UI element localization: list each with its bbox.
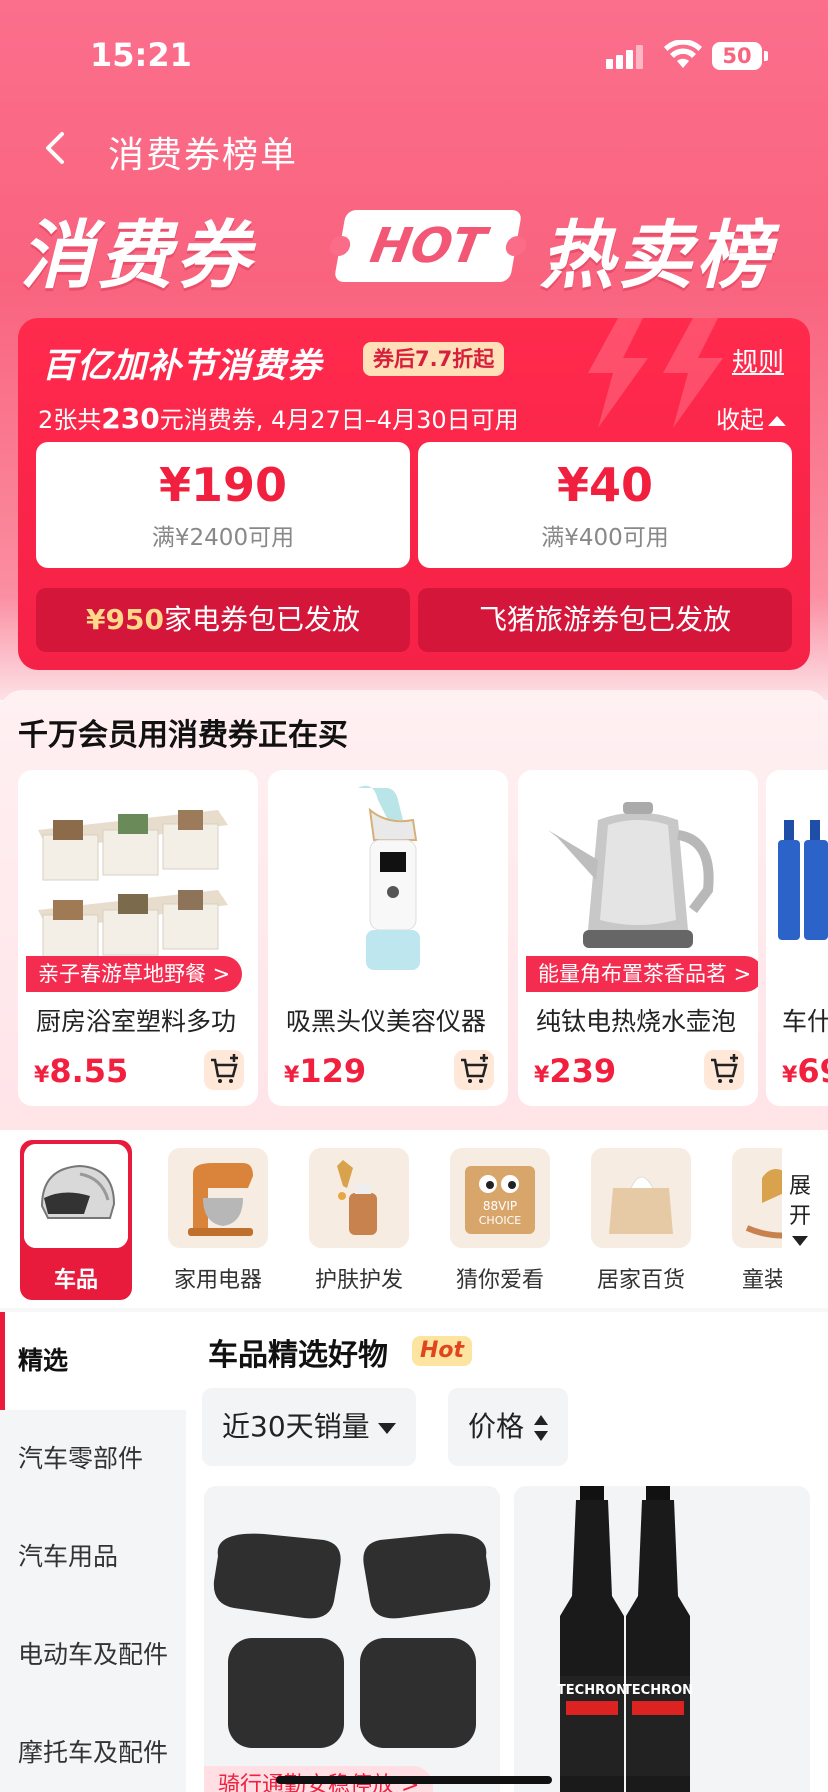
side-item-e-bikes[interactable]: 电动车及配件 — [0, 1606, 186, 1704]
voucher-190[interactable]: ¥190 满¥2400可用 — [36, 442, 410, 568]
kettle-image — [528, 780, 748, 976]
seat-pad-image — [213, 1533, 491, 1748]
product-card[interactable]: 车什 ¥69 — [766, 770, 828, 1106]
category-home-goods[interactable]: 居家百货 — [585, 1140, 697, 1300]
members-section: 千万会员用消费券正在买 亲子春游草地野餐 > 厨房浴室塑料多功 ¥8.55 吸黑… — [0, 690, 828, 1130]
section-title: 车品精选好物 — [208, 1338, 388, 1373]
sort-sales-button[interactable]: 近30天销量 — [202, 1388, 416, 1466]
banner-title: 消费券 HOT 热卖榜 — [20, 196, 820, 306]
back-icon[interactable] — [36, 128, 76, 168]
banner-right-text: 热卖榜 — [540, 213, 774, 299]
add-cart-icon[interactable] — [204, 1050, 244, 1090]
category-skincare[interactable]: 护肤护发 — [303, 1140, 415, 1300]
category-recommend[interactable]: 88VIP CHOICE 猜你爱看 — [444, 1140, 556, 1300]
product-price: ¥8.55 — [34, 1052, 129, 1090]
product-card[interactable]: 能量角布置茶香品茗 > 纯钛电热烧水壶泡 ¥239 — [518, 770, 758, 1106]
product-name: 厨房浴室塑料多功 — [36, 1007, 237, 1036]
sort-price-button[interactable]: 价格 — [448, 1388, 569, 1466]
product-price: ¥69 — [782, 1052, 828, 1090]
product-card[interactable]: 亲子春游草地野餐 > 厨房浴室塑料多功 ¥8.55 — [18, 770, 258, 1106]
sort-arrows-icon — [534, 1415, 549, 1441]
chevron-up-icon — [768, 416, 786, 426]
product-name: 吸黑头仪美容仪器 — [286, 1007, 487, 1036]
members-title: 千万会员用消费券正在买 — [18, 718, 348, 753]
discount-badge: 券后7.7折起 — [363, 342, 505, 376]
side-nav: 精选 汽车零部件 汽车用品 电动车及配件 摩托车及配件 — [0, 1312, 186, 1792]
lightning-decor-icon — [588, 318, 723, 428]
category-kids-wear[interactable]: 童装 — [726, 1140, 782, 1300]
coupon-info: 2张共230元消费券, 4月27日–4月30日可用 — [38, 402, 519, 435]
grid-product-card[interactable]: TECHRON TECHRON — [514, 1486, 810, 1792]
voucher-40[interactable]: ¥40 满¥400可用 — [418, 442, 792, 568]
collapse-button[interactable]: 收起 — [716, 400, 786, 435]
techron-bottle-image: TECHRON TECHRON — [557, 1486, 693, 1792]
coupon-heading: 百亿加补节消费券 — [42, 346, 322, 386]
side-item-motorcycles[interactable]: 摩托车及配件 — [0, 1704, 186, 1792]
appliance-pack-button[interactable]: ¥950家电券包已发放 — [36, 588, 410, 652]
expand-button[interactable]: 展开 — [786, 1172, 814, 1246]
88vip-box-icon: 88VIP CHOICE — [450, 1148, 550, 1248]
page-title: 消费券榜单 — [108, 135, 299, 176]
product-price: ¥129 — [284, 1052, 367, 1090]
hot-ticket-icon: HOT — [333, 210, 523, 282]
main-list: 车品精选好物 Hot 近30天销量 价格 骑行通勤安稳停放 > TECHRON … — [186, 1312, 828, 1792]
product-card[interactable]: 吸黑头仪美容仪器 ¥129 — [268, 770, 508, 1106]
battery-level: 50 — [712, 42, 762, 70]
stand-mixer-icon — [168, 1148, 268, 1248]
svg-text:TECHRON: TECHRON — [623, 1683, 693, 1698]
side-item-car-supplies[interactable]: 汽车用品 — [0, 1508, 186, 1606]
product-tag: 能量角布置茶香品茗 > — [526, 956, 758, 992]
svg-text:CHOICE: CHOICE — [479, 1214, 522, 1227]
status-bar: 15:21 50 — [0, 0, 828, 110]
status-time: 15:21 — [90, 36, 192, 74]
hot-badge: Hot — [412, 1336, 473, 1366]
category-bar: 车品 家用电器 护肤护发 88VIP CHOICE 猜你爱看 居家百货 童装 — [0, 1130, 828, 1308]
serum-bottle-icon — [309, 1148, 409, 1248]
battery-icon: 50 — [712, 42, 768, 70]
home-indicator — [276, 1776, 552, 1784]
side-item-car-parts[interactable]: 汽车零部件 — [0, 1410, 186, 1508]
category-car-products[interactable]: 车品 — [20, 1140, 132, 1300]
banner-left-text: 消费券 — [20, 213, 254, 299]
fuel-additive-image — [778, 820, 828, 940]
svg-text:TECHRON: TECHRON — [557, 1683, 627, 1698]
storage-bins-image — [28, 780, 248, 976]
product-name: 纯钛电热烧水壶泡 — [536, 1007, 737, 1036]
category-appliances[interactable]: 家用电器 — [162, 1140, 274, 1300]
rocking-horse-icon — [732, 1148, 782, 1248]
blackhead-device-image — [278, 780, 498, 976]
side-item-featured[interactable]: 精选 — [0, 1312, 186, 1410]
rules-link[interactable]: 规则 — [732, 342, 784, 379]
grid-product-card[interactable]: 骑行通勤安稳停放 > — [204, 1486, 500, 1792]
helmet-icon — [24, 1144, 128, 1248]
coupon-card: 百亿加补节消费券 券后7.7折起 规则 2张共230元消费券, 4月27日–4月… — [18, 318, 810, 670]
product-price: ¥239 — [534, 1052, 617, 1090]
add-cart-icon[interactable] — [704, 1050, 744, 1090]
tissue-box-icon — [591, 1148, 691, 1248]
add-cart-icon[interactable] — [454, 1050, 494, 1090]
product-tag: 亲子春游草地野餐 > — [26, 956, 243, 992]
travel-pack-button[interactable]: 飞猪旅游券包已发放 — [418, 588, 792, 652]
svg-text:88VIP: 88VIP — [483, 1199, 517, 1213]
signal-icon — [606, 45, 646, 69]
caret-down-icon — [377, 1422, 396, 1434]
product-name: 车什 — [782, 1007, 828, 1036]
wifi-icon — [664, 40, 702, 68]
chevron-down-icon — [792, 1236, 808, 1246]
